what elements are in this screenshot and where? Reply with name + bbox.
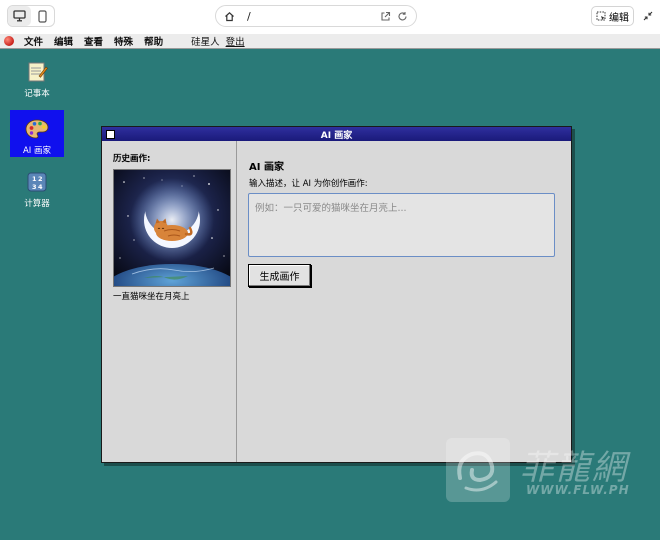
phone-icon xyxy=(38,9,47,23)
desktop-icon-ai-painter[interactable]: AI 画家 xyxy=(10,110,64,157)
mobile-view-button[interactable] xyxy=(31,6,54,26)
current-user: 硅星人 xyxy=(191,37,220,48)
prompt-instruction: 输入描述，让 AI 为你创作画作: xyxy=(249,179,368,189)
desktop-icon-label: AI 画家 xyxy=(22,146,52,156)
edit-select-icon xyxy=(596,11,606,21)
svg-text:1: 1 xyxy=(32,175,37,183)
logout-link[interactable]: 登出 xyxy=(226,34,245,48)
window-titlebar[interactable]: AI 画家 xyxy=(102,127,571,141)
prompt-input[interactable] xyxy=(248,193,555,257)
menu-file[interactable]: 文件 xyxy=(24,34,43,48)
menu-help[interactable]: 帮助 xyxy=(144,34,163,48)
history-title: 历史画作: xyxy=(113,154,151,164)
window-close-button[interactable] xyxy=(106,130,115,139)
collapse-icon[interactable] xyxy=(641,9,655,23)
edit-button-label: 编辑 xyxy=(609,12,629,24)
home-icon[interactable] xyxy=(224,11,235,22)
desktop-view-button[interactable] xyxy=(8,6,31,26)
desktop-icon-label: 记事本 xyxy=(24,89,50,99)
address-path[interactable]: / xyxy=(247,10,374,23)
reload-icon[interactable] xyxy=(397,11,408,22)
notepad-icon xyxy=(25,60,49,84)
painter-heading: AI 画家 xyxy=(249,162,284,173)
menu-special[interactable]: 特殊 xyxy=(114,34,133,48)
svg-text:4: 4 xyxy=(38,183,43,191)
generate-button[interactable]: 生成画作 xyxy=(248,264,311,287)
history-item-caption: 一直猫咪坐在月亮上 xyxy=(113,292,190,302)
menu-edit[interactable]: 编辑 xyxy=(54,34,73,48)
desktop-icon-calculator[interactable]: 1 2 3 4 计算器 xyxy=(10,170,64,210)
device-toggle xyxy=(7,5,55,27)
address-bar[interactable]: / xyxy=(215,5,417,27)
palette-icon xyxy=(25,117,49,141)
ai-painter-window: AI 画家 历史画作: 一直猫咪坐在月亮上 AI 画家 输入描述，让 AI 为你… xyxy=(101,126,572,463)
monitor-icon xyxy=(13,10,26,22)
edit-button[interactable]: 编辑 xyxy=(591,6,634,26)
history-thumbnail[interactable] xyxy=(113,169,231,287)
calculator-icon: 1 2 3 4 xyxy=(25,170,49,194)
watermark: 菲龍網 WWW.FLW.PH xyxy=(446,438,656,502)
history-panel: 历史画作: 一直猫咪坐在月亮上 xyxy=(102,141,237,462)
watermark-logo-icon xyxy=(446,438,510,502)
menu-view[interactable]: 查看 xyxy=(84,34,103,48)
watermark-text: 菲龍網 xyxy=(520,448,628,488)
apple-menu-icon[interactable] xyxy=(4,36,14,46)
desktop-icon-label: 计算器 xyxy=(24,199,50,209)
svg-text:2: 2 xyxy=(38,175,43,183)
desktop-icon-notepad[interactable]: 记事本 xyxy=(10,60,64,100)
cat-on-moon-image xyxy=(114,170,230,286)
watermark-url: WWW.FLW.PH xyxy=(526,483,630,497)
browser-toolbar: / 编辑 xyxy=(0,0,660,34)
svg-text:3: 3 xyxy=(32,183,37,191)
open-external-icon[interactable] xyxy=(380,11,391,22)
window-title: AI 画家 xyxy=(320,130,353,141)
menu-bar: 文件 编辑 查看 特殊 帮助 硅星人 登出 xyxy=(0,34,660,49)
